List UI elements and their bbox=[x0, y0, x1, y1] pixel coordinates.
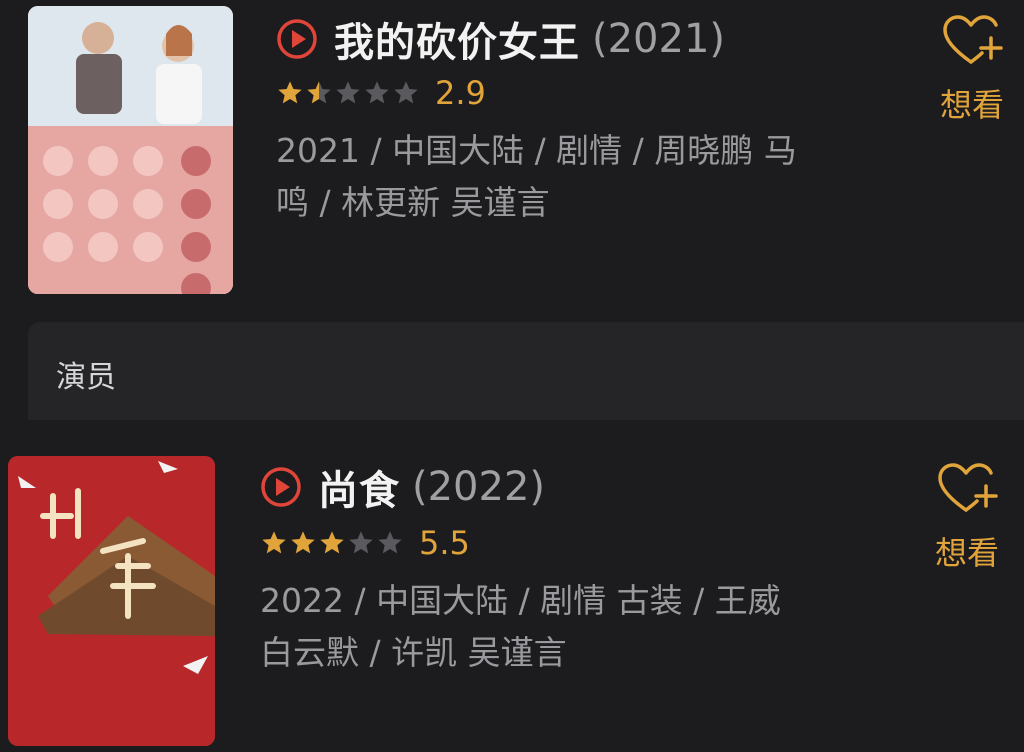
meta-line: 2021 / 中国大陆 / 剧情 / 周晓鹏 马 bbox=[276, 131, 797, 170]
meta-line: 白云默 / 许凯 吴谨言 bbox=[260, 633, 567, 672]
rating-score: 2.9 bbox=[435, 74, 486, 112]
star-rating bbox=[276, 79, 421, 107]
movie-poster[interactable] bbox=[28, 6, 233, 294]
star-icon bbox=[278, 81, 302, 104]
title-row[interactable]: 尚食 (2022) bbox=[260, 458, 545, 516]
heart-plus-icon[interactable] bbox=[941, 14, 1003, 68]
movie-item[interactable]: 尚食 (2022) 5.5 2022 / 中国大陆 / 剧情 古装 / 王威 白… bbox=[0, 446, 1024, 752]
star-icon bbox=[320, 531, 344, 554]
heart-plus-icon[interactable] bbox=[936, 462, 998, 516]
star-icon bbox=[307, 81, 331, 104]
movie-year: (2022) bbox=[412, 464, 546, 510]
meta-line: 鸣 / 林更新 吴谨言 bbox=[276, 183, 550, 222]
want-to-watch-button[interactable]: 想看 bbox=[940, 14, 1004, 126]
title-row[interactable]: 我的砍价女王 (2021) bbox=[276, 10, 725, 68]
rating-row: 5.5 bbox=[260, 524, 470, 562]
play-circle-icon[interactable] bbox=[276, 18, 318, 60]
section-label: 演员 bbox=[56, 360, 116, 395]
star-icon bbox=[291, 531, 315, 554]
star-icon bbox=[349, 531, 373, 554]
movie-meta: 2021 / 中国大陆 / 剧情 / 周晓鹏 马 鸣 / 林更新 吴谨言 bbox=[276, 125, 836, 229]
poster-image bbox=[8, 456, 215, 746]
want-to-watch-label: 想看 bbox=[935, 534, 1000, 572]
star-icon bbox=[365, 81, 389, 104]
rating-row: 2.9 bbox=[276, 74, 486, 112]
movie-title[interactable]: 尚食 bbox=[318, 458, 400, 516]
play-circle-icon[interactable] bbox=[260, 466, 302, 508]
star-icon bbox=[262, 531, 286, 554]
section-header-actors: 演员 bbox=[28, 322, 1024, 420]
movie-title[interactable]: 我的砍价女王 bbox=[334, 10, 580, 68]
movie-item[interactable]: 我的砍价女王 (2021) 2.9 2021 / 中国大陆 / 剧情 / 周晓鹏… bbox=[0, 0, 1024, 310]
star-icon bbox=[394, 81, 418, 104]
star-icon bbox=[336, 81, 360, 104]
movie-meta: 2022 / 中国大陆 / 剧情 古装 / 王威 白云默 / 许凯 吴谨言 bbox=[260, 575, 820, 679]
want-to-watch-label: 想看 bbox=[940, 86, 1005, 124]
movie-year: (2021) bbox=[592, 16, 726, 62]
meta-line: 2022 / 中国大陆 / 剧情 古装 / 王威 bbox=[260, 581, 781, 620]
star-icon bbox=[378, 531, 402, 554]
movie-poster[interactable] bbox=[8, 456, 215, 746]
star-rating bbox=[260, 529, 405, 557]
want-to-watch-button[interactable]: 想看 bbox=[935, 462, 999, 574]
rating-score: 5.5 bbox=[419, 524, 470, 562]
poster-image bbox=[28, 6, 233, 294]
